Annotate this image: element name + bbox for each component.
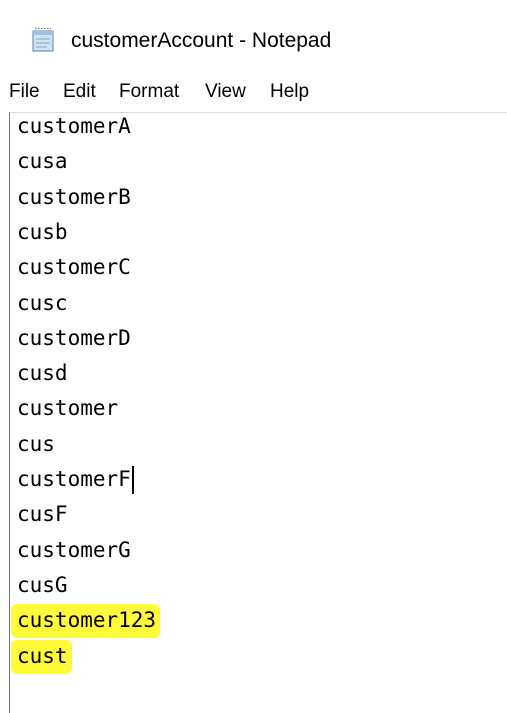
menu-format[interactable]: Format — [119, 80, 179, 104]
text-line[interactable]: customerF — [17, 466, 131, 495]
text-line[interactable]: cusF — [17, 501, 68, 530]
text-caret — [131, 466, 134, 494]
menu-help[interactable]: Help — [270, 80, 309, 104]
text-line[interactable]: cusb — [17, 219, 68, 248]
text-line[interactable]: cusa — [17, 148, 68, 177]
text-line[interactable]: cusd — [17, 360, 68, 389]
text-line[interactable]: cusG — [17, 572, 68, 601]
text-line[interactable]: customer123 — [17, 607, 156, 636]
text-editor[interactable]: customerA cusa customerB cusb customerC … — [10, 113, 507, 713]
text-line[interactable]: customerG — [17, 537, 131, 566]
text-line[interactable]: customerC — [17, 254, 131, 283]
menu-bar: File Edit Format View Help — [0, 72, 507, 112]
text-line[interactable]: cust — [17, 643, 68, 672]
notepad-icon[interactable] — [31, 28, 57, 52]
text-line[interactable]: customerA — [17, 113, 131, 142]
editor-frame: customerA cusa customerB cusb customerC … — [9, 112, 507, 713]
window-title: customerAccount - Notepad — [71, 29, 332, 52]
menu-view[interactable]: View — [205, 80, 246, 104]
title-bar[interactable]: customerAccount - Notepad — [0, 0, 507, 72]
text-line[interactable]: cusc — [17, 290, 68, 319]
text-line[interactable]: cus — [17, 431, 55, 460]
notepad-window: customerAccount - Notepad File Edit Form… — [0, 0, 507, 713]
text-line[interactable]: customerB — [17, 184, 131, 213]
text-line[interactable]: customerD — [17, 325, 131, 354]
menu-edit[interactable]: Edit — [63, 80, 96, 104]
menu-file[interactable]: File — [9, 80, 40, 104]
text-line[interactable]: customer — [17, 395, 118, 424]
